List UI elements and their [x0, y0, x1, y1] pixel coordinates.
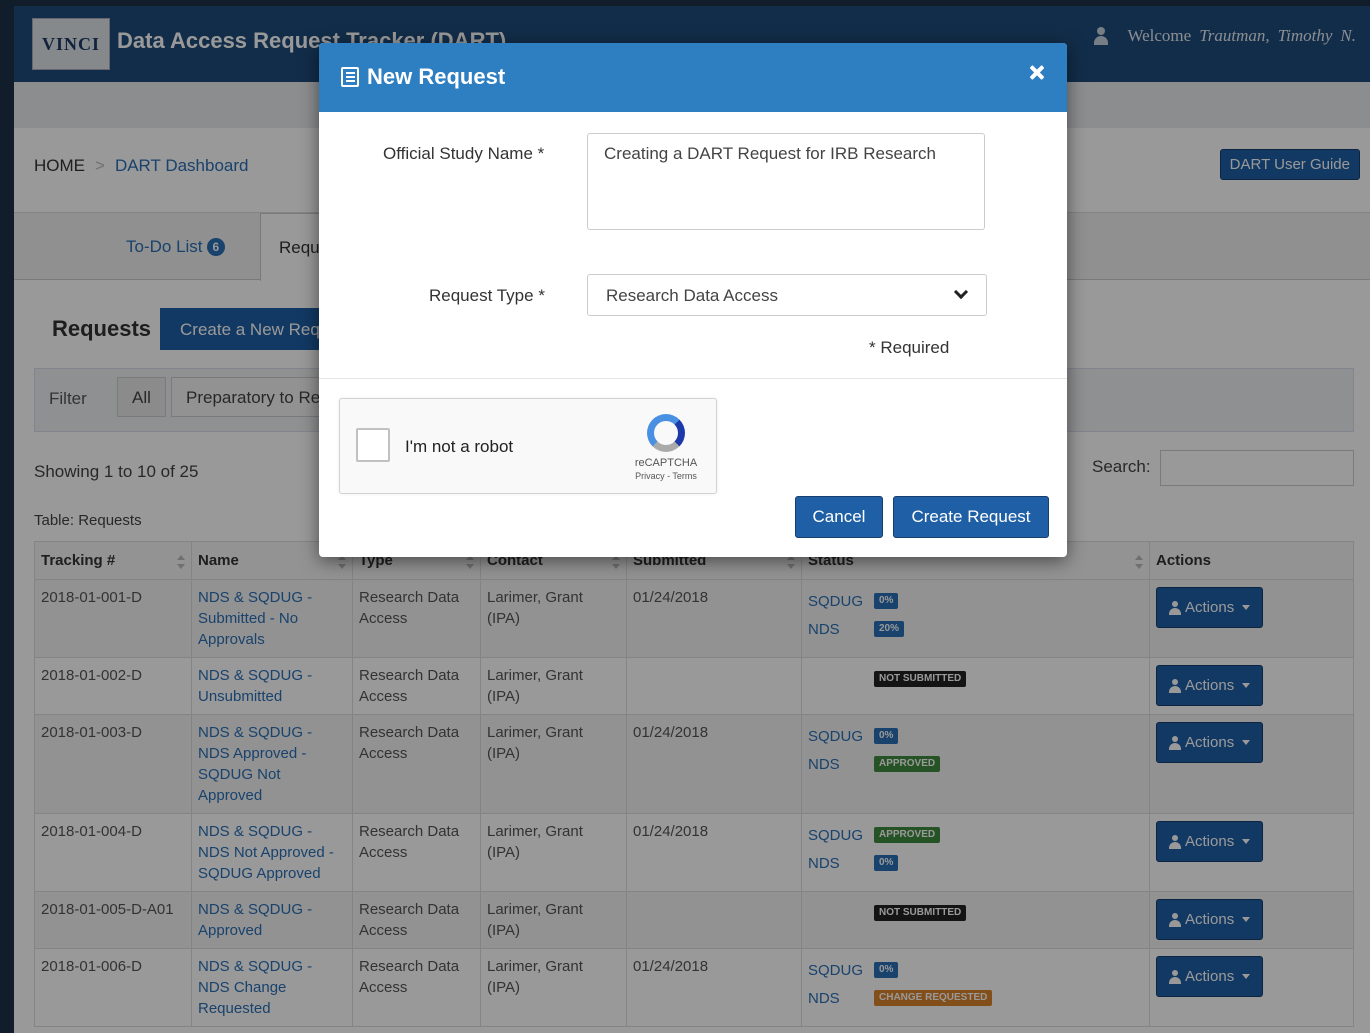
document-icon	[341, 67, 359, 87]
request-type-value: Research Data Access	[606, 286, 778, 305]
chevron-down-icon	[953, 284, 969, 300]
new-request-modal: New Request Official Study Name * Creati…	[319, 43, 1067, 557]
required-note: * Required	[869, 338, 950, 357]
recaptcha-brand: reCAPTCHA	[634, 457, 698, 469]
create-request-button[interactable]: Create Request	[893, 496, 1049, 538]
modal-divider	[319, 378, 1067, 379]
recaptcha-terms-link[interactable]: Privacy - Terms	[620, 471, 712, 481]
close-icon[interactable]	[1027, 63, 1047, 83]
cancel-button[interactable]: Cancel	[795, 496, 883, 538]
modal-header: New Request	[319, 43, 1067, 112]
recaptcha-widget: I'm not a robot reCAPTCHA Privacy - Term…	[339, 398, 717, 494]
request-type-label: Request Type *	[429, 286, 545, 305]
study-name-input[interactable]: Creating a DART Request for IRB Research	[587, 133, 985, 230]
study-name-label: Official Study Name *	[383, 144, 545, 163]
recaptcha-checkbox[interactable]	[356, 428, 390, 462]
modal-title: New Request	[367, 64, 506, 89]
recaptcha-logo-icon	[647, 414, 685, 452]
request-type-select[interactable]: Research Data Access	[587, 274, 987, 316]
recaptcha-label: I'm not a robot	[405, 437, 514, 456]
